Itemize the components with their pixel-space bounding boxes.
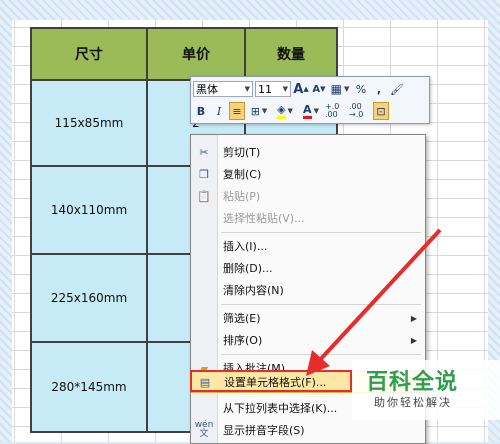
menu-item-label: 清除内容(N) (223, 284, 284, 297)
menu-item-label: 排序(O) (223, 334, 263, 347)
mini-toolbar: 黑体 ▼ 11 ▼ A ▲ A ▼ ▦ ▼ % , 🖌 B I ≡ ⊞ ▼ ◈ ▼ A ▼ … (190, 76, 430, 124)
format-painter-button[interactable]: 🖌 (389, 80, 405, 98)
cell-size[interactable]: 115x85mm (30, 79, 148, 167)
chevron-down-icon: ▼ (343, 85, 350, 93)
font-color-button[interactable]: A ▼ (299, 102, 323, 120)
percent-button[interactable]: % (353, 80, 369, 98)
menu-item-phonetic-field[interactable]: wén 文 显示拼音字段(S) (191, 419, 425, 441)
comma-button[interactable]: , (371, 80, 387, 98)
shrink-font-label: A (312, 83, 321, 95)
bold-button[interactable]: B (193, 102, 209, 120)
menu-item-delete[interactable]: 删除(D)... (191, 257, 425, 279)
menu-item-insert[interactable]: 插入(I)... (191, 235, 425, 257)
header-price[interactable]: 单价 (146, 27, 246, 81)
font-name-select[interactable]: 黑体 ▼ (193, 81, 253, 97)
watermark-subtitle: 助你轻松解决 (374, 396, 452, 409)
brush-icon: 🖌 (390, 82, 404, 96)
watermark: 百科全说 助你轻松解决 (352, 360, 500, 420)
font-name-value: 黑体 (196, 83, 218, 96)
align-center-icon: ≡ (232, 104, 242, 118)
cell-size[interactable]: 280*145mm (30, 341, 148, 433)
cell-size[interactable]: 140x110mm (30, 165, 148, 255)
fill-color-button[interactable]: ◈ ▼ (273, 102, 297, 120)
menu-item-cut[interactable]: ✂ 剪切(T) (191, 141, 425, 163)
menu-separator (221, 354, 421, 355)
copy-icon: ❐ (199, 167, 209, 181)
chevron-down-icon: ▼ (282, 85, 288, 93)
paste-icon: 📋 (197, 189, 211, 203)
paint-bucket-icon: ◈ (277, 103, 286, 119)
chevron-down-icon: ▼ (261, 107, 268, 115)
menu-item-label: 粘贴(P) (223, 190, 261, 203)
menu-separator (221, 232, 421, 233)
menu-item-paste-special[interactable]: 选择性粘贴(V)... (191, 207, 425, 229)
font-size-value: 11 (258, 82, 272, 96)
increase-decimal-button[interactable]: +.0 .00 (325, 102, 347, 120)
merge-cells-icon: ⊡ (376, 104, 386, 118)
menu-item-filter[interactable]: 筛选(E) ▶ (191, 307, 425, 329)
chevron-right-icon: ▶ (410, 335, 417, 345)
menu-item-label: 插入(I)... (223, 240, 268, 253)
borders-button[interactable]: ⊞ ▼ (247, 102, 271, 120)
chevron-down-icon: ▼ (244, 85, 250, 93)
chevron-down-icon: ▼ (313, 107, 319, 115)
menu-item-label: 从下拉列表中选择(K)... (223, 402, 338, 415)
grow-font-label: A (293, 81, 304, 97)
italic-button[interactable]: I (211, 102, 227, 120)
highlight-box (190, 370, 352, 392)
cell-size[interactable]: 225x160mm (30, 253, 148, 343)
header-qty[interactable]: 数量 (244, 27, 338, 81)
scissors-icon: ✂ (199, 145, 209, 159)
accounting-icon: ▦ (330, 82, 342, 96)
menu-item-label: 复制(C) (223, 168, 262, 181)
font-size-select[interactable]: 11 ▼ (255, 81, 291, 97)
menu-item-label: 删除(D)... (223, 262, 273, 275)
chevron-right-icon: ▶ (410, 313, 417, 323)
menu-item-paste[interactable]: 📋 粘贴(P) (191, 185, 425, 207)
shrink-font-button[interactable]: A ▼ (311, 80, 327, 98)
header-row: 尺寸 单价 数量 (30, 27, 338, 81)
decrease-decimal-button[interactable]: .00 →.0 (349, 102, 371, 120)
menu-item-copy[interactable]: ❐ 复制(C) (191, 163, 425, 185)
menu-item-sort[interactable]: 排序(O) ▶ (191, 329, 425, 351)
merge-center-button[interactable]: ⊡ (373, 102, 389, 120)
center-align-button[interactable]: ≡ (229, 102, 245, 120)
menu-item-label: 筛选(E) (223, 312, 261, 325)
header-size[interactable]: 尺寸 (30, 27, 148, 81)
accounting-format-button[interactable]: ▦ ▼ (329, 80, 351, 98)
menu-item-label: 选择性粘贴(V)... (223, 212, 305, 225)
borders-icon: ⊞ (250, 104, 260, 118)
phonetic-icon: wén 文 (194, 420, 214, 439)
grow-font-button[interactable]: A ▲ (293, 80, 309, 98)
chevron-down-icon: ▼ (287, 107, 293, 115)
font-color-label: A (303, 103, 312, 119)
menu-item-label: 显示拼音字段(S) (223, 424, 305, 437)
watermark-title: 百科全说 (366, 370, 459, 395)
menu-item-clear-contents[interactable]: 清除内容(N) (191, 279, 425, 301)
menu-separator (221, 304, 421, 305)
menu-item-label: 剪切(T) (223, 146, 261, 159)
